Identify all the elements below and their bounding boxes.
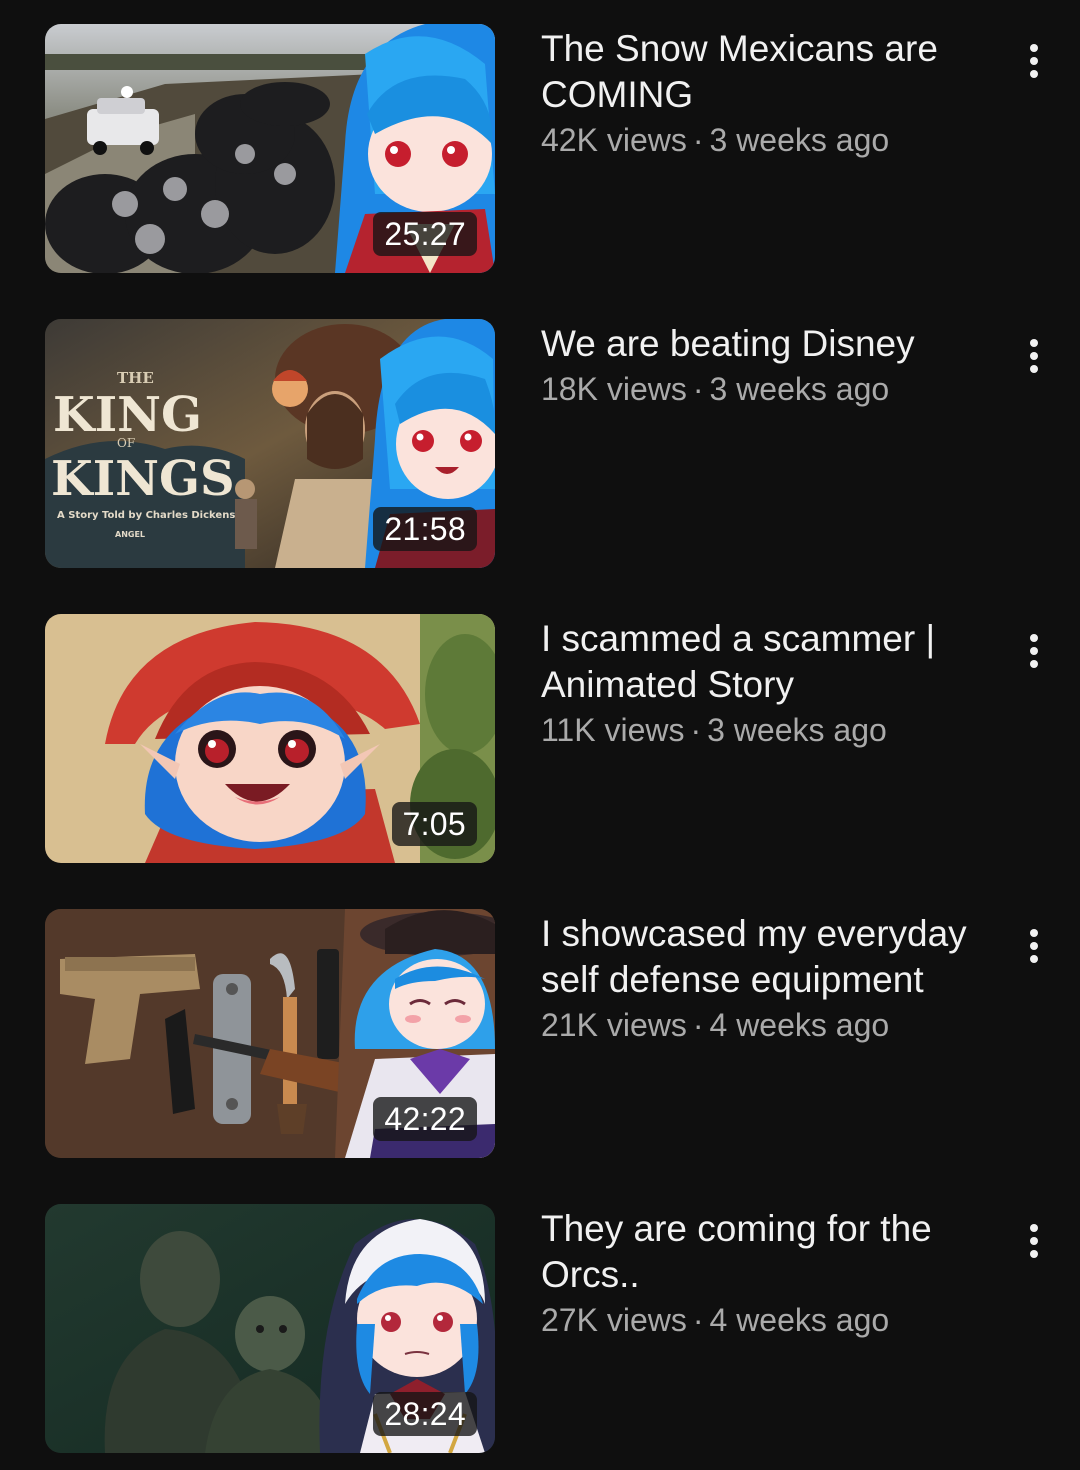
view-count: 27K views — [541, 1302, 687, 1338]
video-duration: 25:27 — [373, 212, 477, 256]
video-info[interactable]: I showcased my everyday self defense equ… — [541, 911, 991, 1045]
video-duration: 42:22 — [373, 1097, 477, 1141]
video-metadata: 21K views · 4 weeks ago — [541, 1005, 991, 1045]
video-item[interactable]: 25:27 The Snow Mexicans are COMING 42K v… — [0, 24, 1080, 274]
meta-separator: · — [690, 712, 702, 748]
video-info[interactable]: They are coming for the Orcs.. 27K views… — [541, 1206, 991, 1340]
meta-separator: · — [692, 1302, 704, 1338]
video-thumbnail[interactable]: 28:24 — [45, 1204, 495, 1453]
thumb-text-tagline: A Story Told by Charles Dickens — [57, 510, 235, 521]
video-thumbnail[interactable]: 25:27 — [45, 24, 495, 273]
upload-age: 3 weeks ago — [707, 712, 887, 748]
video-item[interactable]: 42:22 I showcased my everyday self defen… — [0, 909, 1080, 1159]
video-info[interactable]: The Snow Mexicans are COMING 42K views · 3… — [541, 26, 991, 160]
more-vert-icon[interactable] — [1014, 919, 1054, 969]
video-metadata: 11K views · 3 weeks ago — [541, 710, 991, 750]
more-vert-icon[interactable] — [1014, 34, 1054, 84]
thumb-text-the: THE — [117, 369, 154, 387]
meta-separator: · — [692, 122, 704, 158]
video-metadata: 27K views · 4 weeks ago — [541, 1300, 991, 1340]
video-duration: 28:24 — [373, 1392, 477, 1436]
video-item[interactable]: 7:05 I scammed a scammer | Animated Stor… — [0, 614, 1080, 864]
upload-age: 4 weeks ago — [709, 1302, 890, 1338]
video-duration: 21:58 — [373, 507, 477, 551]
video-metadata: 18K views · 3 weeks ago — [541, 369, 991, 409]
view-count: 11K views — [541, 712, 685, 748]
video-title[interactable]: The Snow Mexicans are COMING — [541, 26, 991, 118]
video-thumbnail[interactable]: THE KING OF KINGS A Story Told by Charle… — [45, 319, 495, 568]
thumb-text-king: KING — [53, 387, 202, 443]
video-title[interactable]: We are beating Disney — [541, 321, 991, 367]
video-title[interactable]: They are coming for the Orcs.. — [541, 1206, 991, 1298]
more-vert-icon[interactable] — [1014, 329, 1054, 379]
video-duration: 7:05 — [391, 802, 477, 846]
video-info[interactable]: I scammed a scammer | Animated Story 11K… — [541, 616, 991, 750]
video-thumbnail[interactable]: 7:05 — [45, 614, 495, 863]
view-count: 42K views — [541, 122, 687, 158]
video-metadata: 42K views · 3 weeks ago — [541, 120, 991, 160]
upload-age: 4 weeks ago — [709, 1007, 890, 1043]
upload-age: 3 weeks ago — [709, 122, 890, 158]
upload-age: 3 weeks ago — [709, 371, 890, 407]
video-item[interactable]: THE KING OF KINGS A Story Told by Charle… — [0, 319, 1080, 569]
thumb-text-credit: ANGEL — [115, 530, 145, 539]
view-count: 21K views — [541, 1007, 687, 1043]
thumb-text-of: OF — [117, 436, 135, 450]
video-thumbnail[interactable]: 42:22 — [45, 909, 495, 1158]
meta-separator: · — [692, 371, 704, 407]
meta-separator: · — [692, 1007, 704, 1043]
video-title[interactable]: I scammed a scammer | Animated Story — [541, 616, 991, 708]
thumb-text-kings: KINGS — [51, 451, 235, 507]
video-title[interactable]: I showcased my everyday self defense equ… — [541, 911, 991, 1003]
more-vert-icon[interactable] — [1014, 624, 1054, 674]
video-list: 25:27 The Snow Mexicans are COMING 42K v… — [0, 0, 1080, 1470]
video-info[interactable]: We are beating Disney 18K views · 3 weeks … — [541, 321, 991, 409]
more-vert-icon[interactable] — [1014, 1214, 1054, 1264]
video-item[interactable]: 28:24 They are coming for the Orcs.. 27K… — [0, 1204, 1080, 1454]
view-count: 18K views — [541, 371, 687, 407]
